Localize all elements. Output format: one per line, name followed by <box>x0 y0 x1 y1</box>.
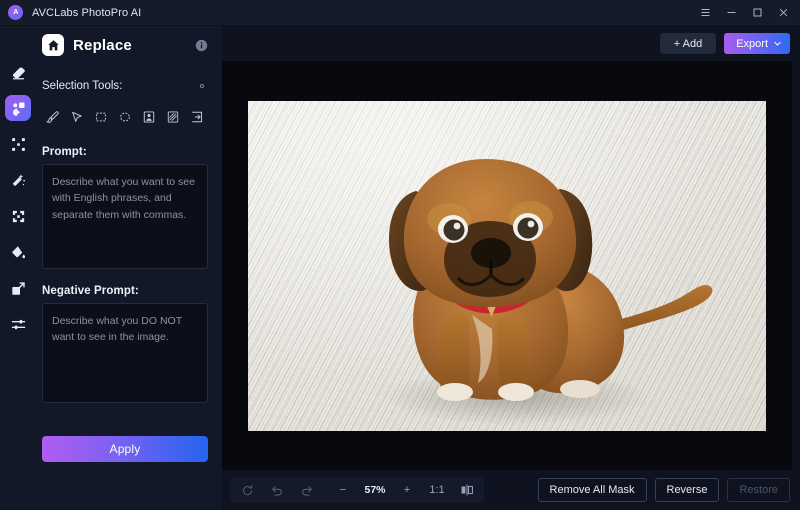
restore-button: Restore <box>727 478 790 502</box>
undo-icon[interactable] <box>262 478 292 502</box>
mask-actions: Remove All Mask Reverse Restore <box>538 478 790 502</box>
redo-icon[interactable] <box>292 478 322 502</box>
zoom-out-button[interactable]: − <box>328 478 358 502</box>
portrait-select-icon[interactable] <box>138 106 160 128</box>
main-content: + Add Export <box>222 26 800 510</box>
app-logo-icon: A <box>8 5 23 20</box>
sidebar-panel: Replace Selection Tools: <box>36 26 222 510</box>
cutout-icon[interactable] <box>5 203 31 229</box>
negative-prompt-label: Negative Prompt: <box>42 285 208 297</box>
main-toolbar: + Add Export <box>222 26 800 61</box>
gear-icon[interactable] <box>196 80 208 92</box>
maximize-icon[interactable] <box>744 1 770 25</box>
rectangle-select-icon[interactable] <box>90 106 112 128</box>
minimize-icon[interactable] <box>718 1 744 25</box>
prompt-label: Prompt: <box>42 146 208 158</box>
zoom-in-button[interactable]: + <box>392 478 422 502</box>
selection-tools-label: Selection Tools: <box>42 80 122 92</box>
app-window: A AVCLabs PhotoPro AI <box>0 0 800 510</box>
add-button[interactable]: + Add <box>660 33 716 54</box>
sliders-icon[interactable] <box>5 311 31 337</box>
export-label: Export <box>736 38 768 50</box>
reset-rotate-icon[interactable] <box>232 478 262 502</box>
hamburger-menu-icon[interactable] <box>692 1 718 25</box>
app-title: AVCLabs PhotoPro AI <box>32 7 141 19</box>
split-compare-icon[interactable] <box>452 478 482 502</box>
brush-icon[interactable] <box>42 106 64 128</box>
ellipse-select-icon[interactable] <box>114 106 136 128</box>
tool-rail <box>0 26 36 510</box>
replace-object-icon[interactable] <box>5 95 31 121</box>
apply-button[interactable]: Apply <box>42 436 208 462</box>
import-arrow-icon[interactable] <box>186 106 208 128</box>
resize-icon[interactable] <box>5 275 31 301</box>
negative-prompt-input[interactable] <box>42 303 208 403</box>
panel-header: Replace <box>42 26 208 64</box>
remove-all-mask-button[interactable]: Remove All Mask <box>538 478 647 502</box>
main-body: Replace Selection Tools: <box>0 26 800 510</box>
eraser-icon[interactable] <box>5 59 31 85</box>
window-controls <box>692 1 796 25</box>
bottom-toolbar: − 57% + 1:1 Remove All Mask Reverse Rest… <box>222 470 800 510</box>
selection-tools-row: Selection Tools: <box>42 73 208 99</box>
puppy-illustration <box>248 101 766 431</box>
zoom-controls: − 57% + 1:1 <box>230 477 484 503</box>
info-icon[interactable] <box>195 39 208 52</box>
hatched-square-icon[interactable] <box>162 106 184 128</box>
zoom-level: 57% <box>358 478 392 502</box>
prompt-input[interactable] <box>42 164 208 269</box>
page-title: Replace <box>73 37 132 54</box>
magic-wand-icon[interactable] <box>5 167 31 193</box>
chevron-down-icon <box>773 39 782 48</box>
expand-arrows-icon[interactable] <box>5 131 31 157</box>
lasso-pointer-icon[interactable] <box>66 106 88 128</box>
home-icon[interactable] <box>42 34 64 56</box>
export-button[interactable]: Export <box>724 33 790 54</box>
paint-bucket-icon[interactable] <box>5 239 31 265</box>
reverse-button[interactable]: Reverse <box>655 478 720 502</box>
photo-image <box>248 101 766 431</box>
title-bar: A AVCLabs PhotoPro AI <box>0 0 800 26</box>
actual-size-button[interactable]: 1:1 <box>422 478 452 502</box>
close-icon[interactable] <box>770 1 796 25</box>
app-logo-letter: A <box>13 9 18 16</box>
selection-tool-row <box>42 106 208 128</box>
image-canvas[interactable] <box>222 61 792 470</box>
